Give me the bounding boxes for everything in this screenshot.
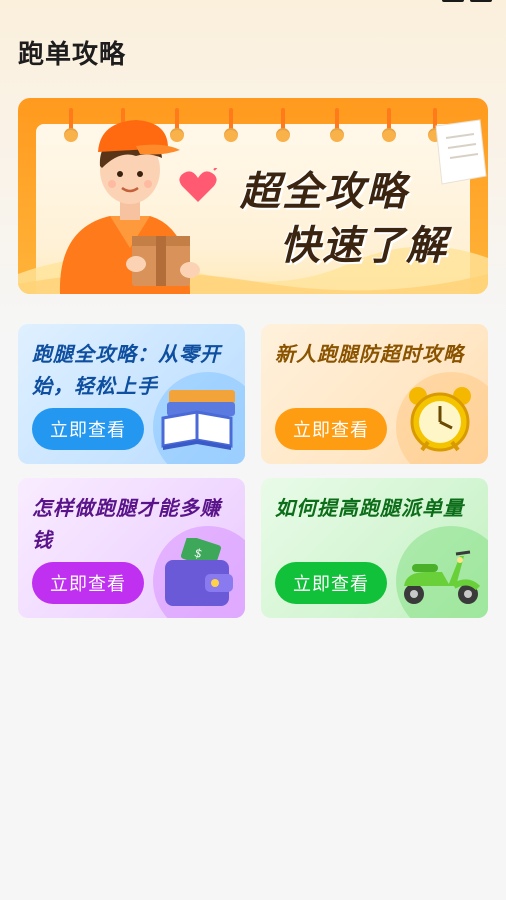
guide-banner[interactable]: 超全攻略 快速了解: [18, 98, 488, 294]
wallet-icon: $: [165, 538, 233, 606]
view-now-button[interactable]: 立即查看: [32, 408, 144, 450]
view-now-button[interactable]: 立即查看: [275, 408, 387, 450]
guide-card-getting-started[interactable]: 跑腿全攻略：从零开始，轻松上手 立即查看: [18, 324, 245, 464]
guide-card-anti-timeout[interactable]: 新人跑腿防超时攻略 立即查看: [261, 324, 488, 464]
notepad-ring-icon: [382, 108, 396, 142]
card-title: 新人跑腿防超时攻略: [275, 342, 464, 366]
banner-headline-1: 超全攻略: [240, 169, 408, 215]
status-bar: [0, 0, 506, 6]
book-icon: [161, 390, 235, 450]
scooter-icon: [404, 550, 481, 604]
guide-card-earn-more[interactable]: 怎样做跑腿才能多赚钱 立即查看 $: [18, 478, 245, 618]
view-now-button[interactable]: 立即查看: [275, 562, 387, 604]
notepad-ring-icon: [330, 108, 344, 142]
signal-icon: [442, 0, 464, 2]
guide-card-more-orders[interactable]: 如何提高跑腿派单量 立即查看: [261, 478, 488, 618]
heart-icon: [179, 168, 218, 202]
alarm-clock-icon: [409, 387, 471, 452]
battery-icon: [470, 0, 492, 2]
banner-headline-2: 快速了解: [280, 223, 448, 269]
view-now-button[interactable]: 立即查看: [32, 562, 144, 604]
page-title: 跑单攻略: [18, 40, 127, 70]
status-icons: [442, 0, 492, 2]
card-title: 如何提高跑腿派单量: [275, 496, 464, 520]
notepad-ring-icon: [276, 108, 290, 142]
paper-sheet-icon: [435, 119, 487, 185]
